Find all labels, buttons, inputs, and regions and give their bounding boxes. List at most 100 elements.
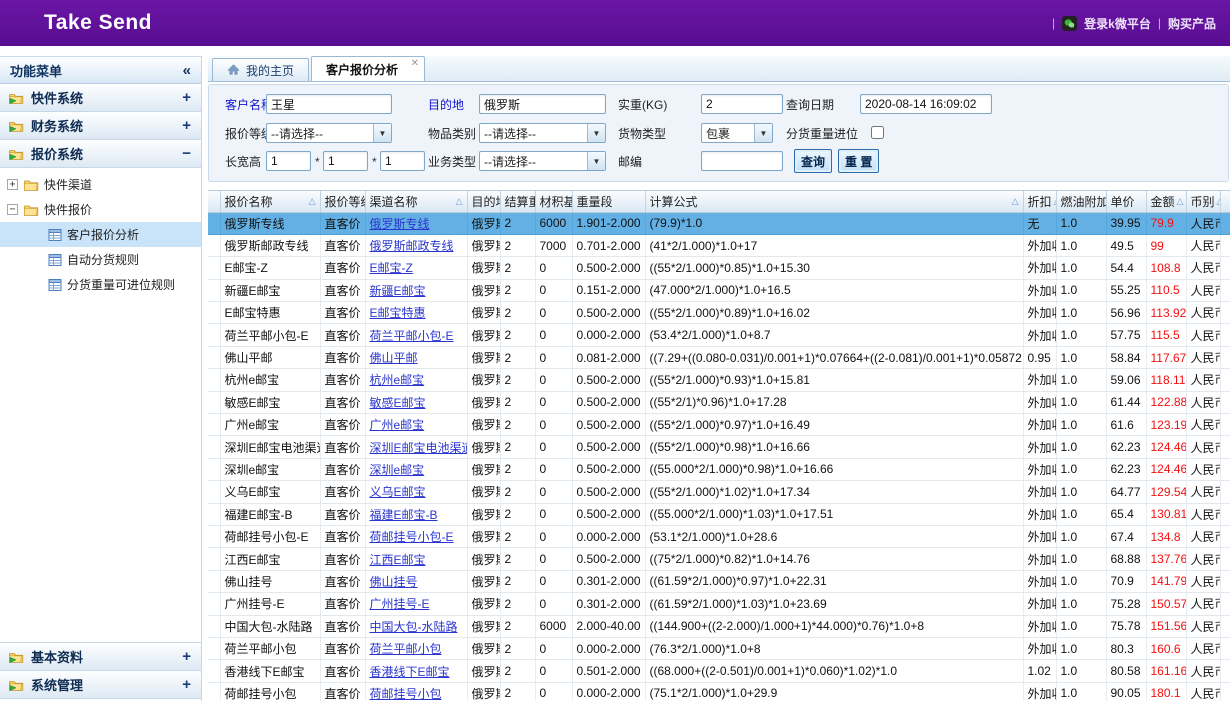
sidebar-item-财务系统[interactable]: 财务系统 + — [0, 112, 201, 140]
table-row[interactable]: 俄罗斯邮政专线直客价俄罗斯邮政专线俄罗斯270000.701-2.000(41*… — [208, 234, 1230, 256]
expand-icon[interactable]: + — [182, 648, 191, 665]
login-kwei-link[interactable]: 登录k微平台 — [1084, 15, 1151, 32]
business-type-select[interactable]: --请选择-- — [479, 151, 606, 171]
table-row[interactable]: 荷邮挂号小包直客价荷邮挂号小包俄罗斯200.000-2.000(75.1*2/1… — [208, 682, 1230, 701]
channel-link[interactable]: 荷邮挂号小包-E — [370, 530, 454, 544]
tab-my-home[interactable]: 我的主页 — [212, 58, 309, 81]
length-input[interactable] — [266, 151, 311, 171]
table-row[interactable]: 新疆E邮宝直客价新疆E邮宝俄罗斯200.151-2.000(47.000*2/1… — [208, 279, 1230, 301]
tree-expander-icon[interactable]: + — [7, 179, 18, 190]
table-row[interactable]: 深圳E邮宝电池渠道直客价深圳E邮宝电池渠道俄罗斯200.500-2.000((5… — [208, 436, 1230, 458]
dropdown-arrow-icon[interactable] — [373, 124, 391, 142]
price-level-select[interactable]: --请选择-- — [266, 123, 392, 143]
table-row[interactable]: 荷兰平邮小包直客价荷兰平邮小包俄罗斯200.000-2.000(76.3*2/1… — [208, 637, 1230, 659]
query-date-input[interactable] — [860, 94, 992, 114]
channel-link[interactable]: 敏感E邮宝 — [370, 396, 426, 410]
channel-link[interactable]: 江西E邮宝 — [370, 553, 426, 567]
channel-link[interactable]: 俄罗斯邮政专线 — [370, 239, 454, 253]
channel-link[interactable]: 荷兰平邮小包 — [370, 642, 442, 656]
search-button[interactable]: 查询 — [794, 149, 832, 173]
table-row[interactable]: 义乌E邮宝直客价义乌E邮宝俄罗斯200.500-2.000((55*2/1.00… — [208, 481, 1230, 503]
column-header-volume-base[interactable]: 材积基数 — [535, 191, 572, 212]
channel-link[interactable]: 荷邮挂号小包 — [370, 687, 442, 701]
channel-link[interactable]: 广州e邮宝 — [370, 418, 425, 432]
channel-link[interactable]: 佛山平邮 — [370, 351, 418, 365]
column-header-currency[interactable]: 币别 — [1186, 191, 1220, 212]
tab-customer-quote-analysis[interactable]: 客户报价分析 — [311, 56, 425, 81]
table-row[interactable]: 杭州e邮宝直客价杭州e邮宝俄罗斯200.500-2.000((55*2/1.00… — [208, 369, 1230, 391]
reset-button[interactable]: 重 置 — [838, 149, 879, 173]
column-header-destination[interactable]: 目的地 — [467, 191, 500, 212]
sort-icon[interactable] — [1012, 196, 1019, 207]
column-header-quote-grade[interactable]: 报价等级 — [320, 191, 365, 212]
width-input[interactable] — [323, 151, 368, 171]
channel-link[interactable]: 中国大包-水陆路 — [370, 620, 458, 634]
table-row[interactable]: 俄罗斯专线直客价俄罗斯专线俄罗斯260001.901-2.000(79.9)*1… — [208, 212, 1230, 234]
column-header-settle-weight[interactable]: 结算重量 — [500, 191, 535, 212]
channel-link[interactable]: 深圳E邮宝电池渠道 — [370, 441, 468, 455]
table-row[interactable]: E邮宝-Z直客价E邮宝-Z俄罗斯200.500-2.000((55*2/1.00… — [208, 257, 1230, 279]
channel-link[interactable]: 杭州e邮宝 — [370, 373, 425, 387]
table-row[interactable]: 敏感E邮宝直客价敏感E邮宝俄罗斯200.500-2.000((55*2/1)*0… — [208, 391, 1230, 413]
channel-link[interactable]: 新疆E邮宝 — [370, 284, 426, 298]
sidebar-item-快件系统[interactable]: 快件系统 + — [0, 84, 201, 112]
column-header-formula[interactable]: 计算公式 — [645, 191, 1023, 212]
sort-icon[interactable] — [456, 196, 463, 207]
tree-item-快件渠道[interactable]: + 快件渠道 — [0, 172, 201, 197]
table-row[interactable]: 佛山平邮直客价佛山平邮俄罗斯200.081-2.000((7.29+((0.08… — [208, 346, 1230, 368]
table-row[interactable]: 佛山挂号直客价佛山挂号俄罗斯200.301-2.000((61.59*2/1.0… — [208, 570, 1230, 592]
postcode-input[interactable] — [701, 151, 783, 171]
table-row[interactable]: 广州挂号-E直客价广州挂号-E俄罗斯200.301-2.000((61.59*2… — [208, 593, 1230, 615]
expand-icon[interactable]: + — [182, 117, 191, 134]
destination-input[interactable] — [479, 94, 606, 114]
expand-icon[interactable]: − — [182, 145, 191, 162]
sidebar-item-系统管理[interactable]: 系统管理 + — [0, 671, 201, 699]
tree-item-客户报价分析[interactable]: 客户报价分析 — [0, 222, 201, 247]
channel-link[interactable]: 广州挂号-E — [370, 597, 430, 611]
dropdown-arrow-icon[interactable] — [754, 124, 772, 142]
table-row[interactable]: 广州e邮宝直客价广州e邮宝俄罗斯200.500-2.000((55*2/1.00… — [208, 414, 1230, 436]
channel-link[interactable]: 俄罗斯专线 — [370, 217, 430, 231]
table-row[interactable]: 荷邮挂号小包-E直客价荷邮挂号小包-E俄罗斯200.000-2.000(53.1… — [208, 525, 1230, 547]
height-input[interactable] — [380, 151, 425, 171]
table-row[interactable]: 香港线下E邮宝直客价香港线下E邮宝俄罗斯200.501-2.000((68.00… — [208, 660, 1230, 682]
column-header-weight-range[interactable]: 重量段 — [572, 191, 645, 212]
table-row[interactable]: 中国大包-水陆路直客价中国大包-水陆路俄罗斯260002.000-40.00((… — [208, 615, 1230, 637]
column-header-quote-name[interactable]: 报价名称 — [220, 191, 320, 212]
tree-item-自动分货规则[interactable]: 自动分货规则 — [0, 247, 201, 272]
column-header-channel-name[interactable]: 渠道名称 — [365, 191, 467, 212]
tree-item-分货重量可进位规则[interactable]: 分货重量可进位规则 — [0, 272, 201, 297]
tab-close-icon[interactable] — [411, 58, 419, 69]
table-row[interactable]: 福建E邮宝-B直客价福建E邮宝-B俄罗斯200.500-2.000((55.00… — [208, 503, 1230, 525]
table-row[interactable]: 荷兰平邮小包-E直客价荷兰平邮小包-E俄罗斯200.000-2.000(53.4… — [208, 324, 1230, 346]
table-row[interactable]: 江西E邮宝直客价江西E邮宝俄罗斯200.500-2.000((75*2/1.00… — [208, 548, 1230, 570]
sidebar-item-基本资料[interactable]: 基本资料 + — [0, 643, 201, 671]
customer-name-input[interactable] — [266, 94, 392, 114]
expand-icon[interactable]: + — [182, 676, 191, 693]
table-row[interactable]: E邮宝特惠直客价E邮宝特惠俄罗斯200.500-2.000((55*2/1.00… — [208, 302, 1230, 324]
sort-icon[interactable] — [1217, 196, 1220, 207]
channel-link[interactable]: 香港线下E邮宝 — [370, 665, 450, 679]
channel-link[interactable]: 义乌E邮宝 — [370, 485, 426, 499]
column-header-discount[interactable]: 折扣 — [1023, 191, 1056, 212]
item-category-select[interactable]: --请选择-- — [479, 123, 606, 143]
expand-icon[interactable]: + — [182, 89, 191, 106]
channel-link[interactable]: 荷兰平邮小包-E — [370, 329, 454, 343]
sort-icon[interactable] — [1177, 196, 1184, 207]
tree-item-快件报价[interactable]: − 快件报价 — [0, 197, 201, 222]
split-weight-carry-checkbox[interactable] — [871, 126, 884, 139]
tree-expander-icon[interactable]: − — [7, 204, 18, 215]
channel-link[interactable]: 深圳e邮宝 — [370, 463, 425, 477]
column-header-unit-price[interactable]: 单价 — [1106, 191, 1146, 212]
table-row[interactable]: 深圳e邮宝直客价深圳e邮宝俄罗斯200.500-2.000((55.000*2/… — [208, 458, 1230, 480]
sidebar-collapse-icon[interactable]: « — [183, 63, 191, 78]
buy-product-link[interactable]: 购买产品 — [1168, 15, 1216, 32]
dropdown-arrow-icon[interactable] — [587, 124, 605, 142]
channel-link[interactable]: 福建E邮宝-B — [370, 508, 438, 522]
channel-link[interactable]: E邮宝-Z — [370, 261, 413, 275]
channel-link[interactable]: 佛山挂号 — [370, 575, 418, 589]
sort-icon[interactable] — [309, 196, 316, 207]
column-header-fuel-surcharge[interactable]: 燃油附加 — [1056, 191, 1106, 212]
dropdown-arrow-icon[interactable] — [587, 152, 605, 170]
channel-link[interactable]: E邮宝特惠 — [370, 306, 426, 320]
